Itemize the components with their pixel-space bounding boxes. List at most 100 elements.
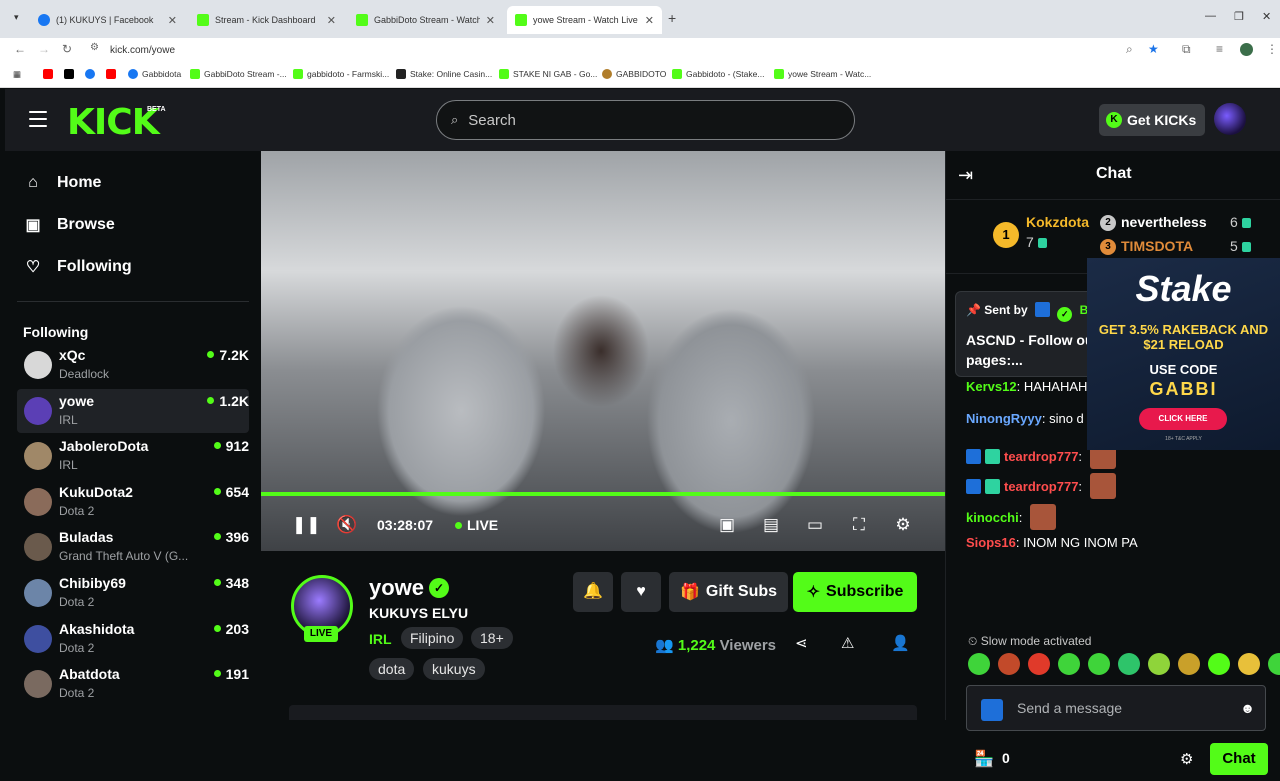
streamer-name[interactable]: yowe <box>369 575 424 601</box>
tab-list-icon[interactable]: ▾ <box>14 12 19 23</box>
chat-username[interactable]: Kervs12 <box>966 379 1017 394</box>
apps-icon[interactable]: ▦ <box>13 69 21 80</box>
youtube-icon[interactable] <box>106 69 120 79</box>
sidebar-channel-akashidota[interactable]: Akashidota Dota 2 203 <box>17 617 249 661</box>
emote-icon[interactable] <box>998 653 1020 675</box>
profile-avatar[interactable] <box>1240 43 1253 56</box>
bookmark-stake-ni-gab[interactable]: STAKE NI GAB - Go... <box>499 69 597 79</box>
share-icon[interactable]: ⋖ <box>795 634 808 652</box>
chat-username[interactable]: teardrop777 <box>1004 449 1078 464</box>
chat-username[interactable]: teardrop777 <box>1004 479 1078 494</box>
browser-tab-gabbidoto[interactable]: GabbiDoto Stream - Watch Live ✕ <box>348 6 503 34</box>
stream-category[interactable]: IRL <box>369 631 392 647</box>
leader-name[interactable]: Kokzdota <box>1026 214 1089 230</box>
sidebar-channel-abatdota[interactable]: Abatdota Dota 2 191 <box>17 662 249 706</box>
emoji-icon[interactable]: ☻ <box>1240 700 1255 716</box>
emote-icon[interactable] <box>968 653 990 675</box>
site-info-icon[interactable]: ⚙ <box>90 42 99 53</box>
follow-button[interactable]: ♥ <box>621 572 661 612</box>
tag-dota[interactable]: dota <box>369 658 415 680</box>
forward-icon[interactable]: → <box>38 42 50 56</box>
sidebar-channel-buladas[interactable]: Buladas Grand Theft Auto V (G... 396 <box>17 525 249 569</box>
subscribe-button[interactable]: ✧ Subscribe <box>793 572 917 612</box>
emote-icon[interactable] <box>1208 653 1230 675</box>
store-icon[interactable]: 🏪 <box>974 749 994 769</box>
bookmark-gabbidoto-stake[interactable]: Gabbidoto - (Stake... <box>672 69 764 79</box>
sidebar-channel-kukudota2[interactable]: KukuDota2 Dota 2 654 <box>17 480 249 524</box>
sidebar-item-browse[interactable]: ▣ Browse <box>23 215 114 235</box>
tag-filipino[interactable]: Filipino <box>401 627 464 649</box>
miniplayer-icon[interactable]: ▣ <box>716 515 738 535</box>
video-player[interactable]: ❚❚ 🔇 03:28:07 LIVE ▣ ▤ ▭ ⛶ ⚙ <box>261 151 945 551</box>
menu-icon[interactable]: ⋮ <box>1266 42 1278 56</box>
kick-logo[interactable]: KICK <box>67 102 160 143</box>
bookmark-stake-casino[interactable]: Stake: Online Casin... <box>396 69 492 79</box>
browser-tab-yowe[interactable]: yowe Stream - Watch Live on K ✕ <box>507 6 662 34</box>
close-icon[interactable]: ✕ <box>645 14 654 27</box>
emote-icon[interactable] <box>1088 653 1110 675</box>
sidebar-channel-jabolerodota[interactable]: JaboleroDota IRL 912 <box>17 434 249 478</box>
sidebar-item-home[interactable]: ⌂ Home <box>23 174 101 192</box>
report-icon[interactable]: ⚠ <box>841 634 854 652</box>
emote-icon[interactable] <box>1268 653 1280 675</box>
leader-name[interactable]: nevertheless <box>1121 214 1207 230</box>
tag-kukuys[interactable]: kukuys <box>423 658 485 680</box>
theater-mode-icon[interactable]: ▭ <box>804 515 826 535</box>
sidebar-item-following[interactable]: ♡ Following <box>23 257 132 277</box>
bookmark-gabbidoto-stream[interactable]: GabbiDoto Stream -... <box>190 69 287 79</box>
emote-icon[interactable] <box>1148 653 1170 675</box>
clip-icon[interactable]: ▤ <box>760 515 782 535</box>
sidebar-channel-yowe[interactable]: yowe IRL 1.2K <box>17 388 249 433</box>
browser-tab-facebook[interactable]: (1) KUKUYS | Facebook ✕ <box>30 6 185 34</box>
bookmark-gabbidota[interactable]: Gabbidota <box>128 69 181 79</box>
leader-name[interactable]: TIMSDOTA <box>1121 238 1193 254</box>
bookmark-gabbidoto[interactable]: GABBIDOTO <box>602 69 666 79</box>
ad-click-here-button[interactable]: CLICK HERE <box>1139 408 1227 430</box>
url-field[interactable]: kick.com/yowe <box>86 41 1146 60</box>
chat-username[interactable]: NinongRyyy <box>966 411 1042 426</box>
minimize-icon[interactable]: — <box>1205 10 1216 22</box>
x-icon[interactable] <box>64 69 78 79</box>
sidebar-channel-xqc[interactable]: xQc Deadlock 7.2K <box>17 343 249 387</box>
bookmark-farmskins[interactable]: gabbidoto - Farmski... <box>293 69 389 79</box>
browser-tab-kick-dashboard[interactable]: Stream - Kick Dashboard ✕ <box>189 6 344 34</box>
emote-icon[interactable] <box>1058 653 1080 675</box>
media-icon[interactable]: ≡ <box>1216 42 1223 56</box>
facebook-icon[interactable] <box>85 69 99 79</box>
zoom-icon[interactable]: ⌕ <box>1126 42 1133 57</box>
hamburger-menu-icon[interactable] <box>29 111 47 132</box>
emote-icon[interactable] <box>1118 653 1140 675</box>
close-window-icon[interactable]: ✕ <box>1262 10 1271 23</box>
emote-icon[interactable] <box>1028 653 1050 675</box>
close-icon[interactable]: ✕ <box>168 14 177 27</box>
pause-icon[interactable]: ❚❚ <box>292 515 321 535</box>
settings-icon[interactable]: ⚙ <box>892 515 914 535</box>
emote-icon[interactable] <box>1238 653 1260 675</box>
tag-18plus[interactable]: 18+ <box>471 627 513 649</box>
fullscreen-icon[interactable]: ⛶ <box>848 515 870 535</box>
notification-bell-button[interactable]: 🔔 <box>573 572 613 612</box>
chat-message-input[interactable]: Send a message ☻ <box>966 685 1266 731</box>
close-icon[interactable]: ✕ <box>486 14 495 27</box>
collapse-chat-icon[interactable]: ⇥ <box>958 165 973 186</box>
bookmark-star-icon[interactable]: ★ <box>1148 42 1159 56</box>
reload-icon[interactable]: ↻ <box>62 42 72 56</box>
back-icon[interactable]: ← <box>14 42 26 56</box>
sidebar-channel-chibiby69[interactable]: Chibiby69 Dota 2 348 <box>17 571 249 615</box>
progress-bar[interactable] <box>261 492 945 496</box>
bookmark-yowe-stream[interactable]: yowe Stream - Watc... <box>774 69 871 79</box>
chat-username[interactable]: Siops16 <box>966 535 1016 550</box>
maximize-icon[interactable]: ❐ <box>1234 10 1244 23</box>
user-avatar[interactable] <box>1214 103 1246 135</box>
emote-icon[interactable] <box>1178 653 1200 675</box>
search-input[interactable]: ⌕ Search <box>436 100 855 140</box>
get-kicks-button[interactable]: K Get KICKs <box>1099 104 1205 136</box>
new-tab-icon[interactable]: + <box>668 10 676 26</box>
chat-username[interactable]: kinocchi <box>966 510 1019 525</box>
extensions-icon[interactable]: ⧉ <box>1182 42 1191 57</box>
youtube-icon[interactable] <box>43 69 57 79</box>
mute-icon[interactable]: 🔇 <box>336 515 358 535</box>
host-user-icon[interactable]: 👤 <box>891 634 910 652</box>
gift-subs-button[interactable]: 🎁 Gift Subs <box>669 572 788 612</box>
close-icon[interactable]: ✕ <box>327 14 336 27</box>
